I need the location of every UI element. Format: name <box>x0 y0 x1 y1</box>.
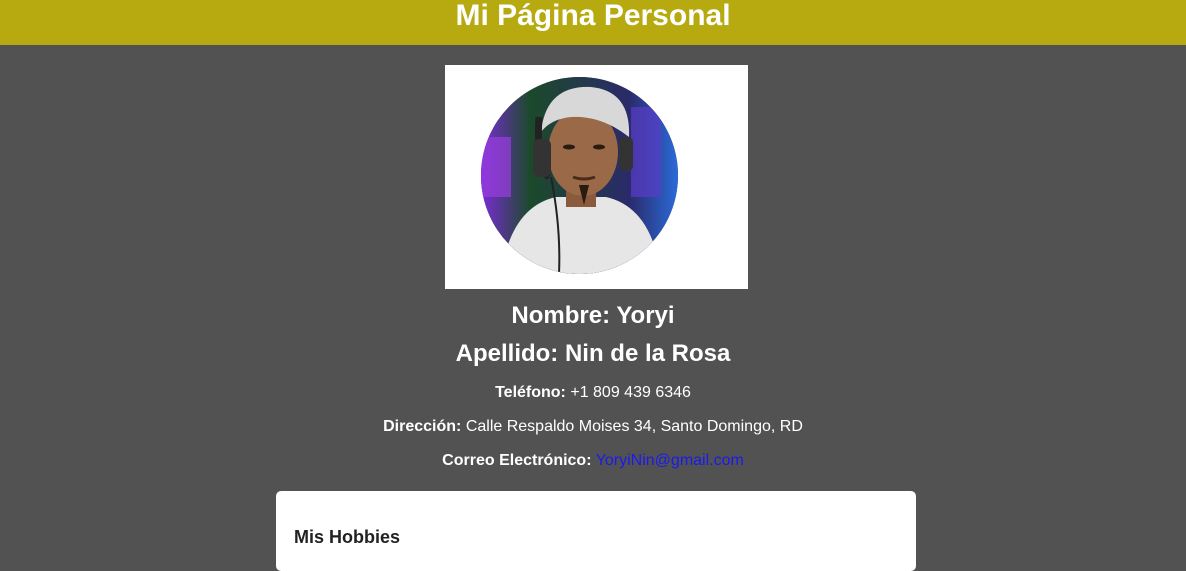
profile-address: Dirección: Calle Respaldo Moises 34, San… <box>0 417 1186 437</box>
profile-phone: Teléfono: +1 809 439 6346 <box>0 383 1186 403</box>
address-label: Dirección: <box>383 418 462 435</box>
avatar <box>481 77 678 274</box>
profile-name: Nombre: Yoryi <box>511 302 675 329</box>
address-value: Calle Respaldo Moises 34, Santo Domingo,… <box>465 418 803 435</box>
page-header: Mi Página Personal <box>0 0 1186 45</box>
profile-surname: Apellido: Nin de la Rosa <box>455 340 731 367</box>
phone-value: +1 809 439 6346 <box>570 384 691 401</box>
page-title: Mi Página Personal <box>455 0 731 32</box>
email-link[interactable]: YoryiNin@gmail.com <box>596 452 744 469</box>
profile-email: Correo Electrónico: YoryiNin@gmail.com <box>0 451 1186 471</box>
hobbies-card: Mis Hobbies <box>276 491 916 571</box>
phone-label: Teléfono: <box>495 384 566 401</box>
hobbies-title: Mis Hobbies <box>294 527 401 547</box>
email-label: Correo Electrónico: <box>442 452 592 469</box>
profile-photo-frame <box>445 65 748 289</box>
profile-photo <box>481 77 678 274</box>
